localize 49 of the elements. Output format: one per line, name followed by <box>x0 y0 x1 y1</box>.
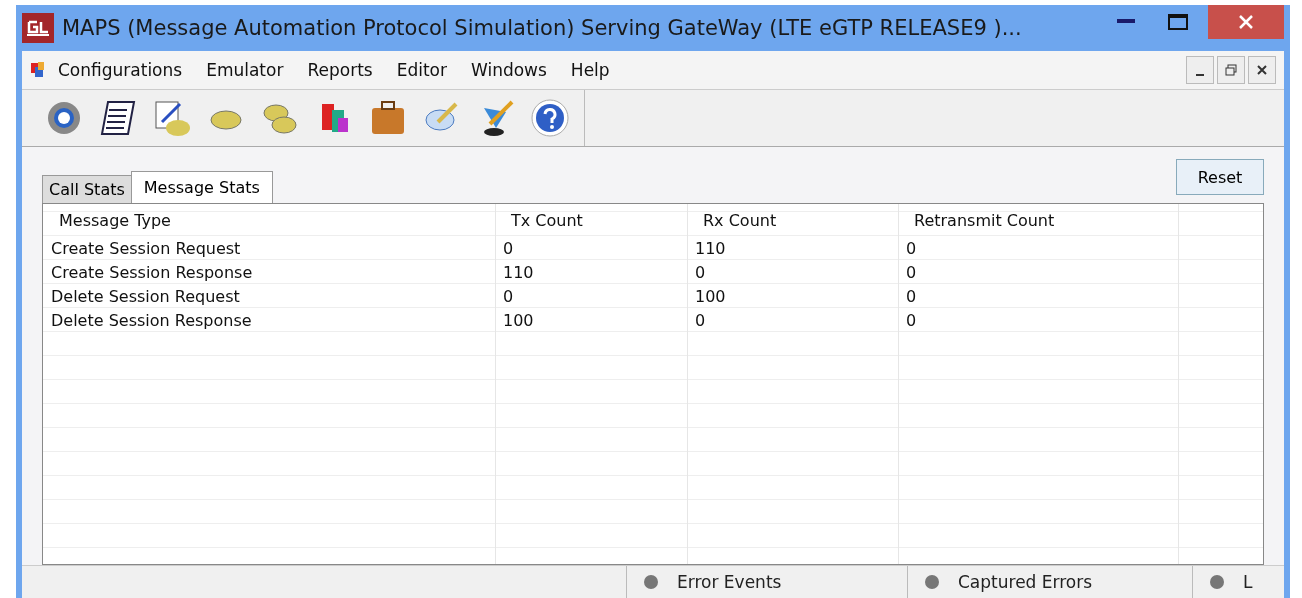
table-cell-text: 100 <box>502 309 535 332</box>
app-logo-icon <box>22 13 54 43</box>
tab[interactable]: Message Stats <box>130 171 273 203</box>
status-dot-icon <box>924 574 940 590</box>
tab[interactable]: Call Stats <box>42 175 132 203</box>
table-cell-text: 110 <box>694 237 727 260</box>
close-icon <box>1238 14 1254 30</box>
table-cell-text: 0 <box>502 237 515 260</box>
status-text: Error Events <box>677 572 782 592</box>
table-cell-text: 0 <box>502 285 515 308</box>
maximize-icon <box>1168 14 1188 30</box>
table-cell-text: 0 <box>905 261 918 284</box>
table-cell-text: Delete Session Request <box>50 285 241 308</box>
table-cell-text: 0 <box>905 309 918 332</box>
minimize-icon <box>1196 74 1204 76</box>
menu-item[interactable]: Reports <box>295 60 385 80</box>
menu-item[interactable]: Editor <box>384 60 459 80</box>
table-cell-text: Delete Session Response <box>50 309 253 332</box>
column-header: Tx Count <box>510 209 584 232</box>
table-cell-text: Create Session Request <box>50 237 242 260</box>
menu-item[interactable]: Configurations <box>46 60 195 80</box>
column-header: Rx Count <box>702 209 778 232</box>
table-cell-text: 110 <box>502 261 535 284</box>
status-text: L <box>1243 572 1253 592</box>
menu-item[interactable]: Help <box>558 60 622 80</box>
help-icon[interactable] <box>530 98 570 138</box>
reset-button[interactable]: Reset <box>1176 159 1264 195</box>
close-button[interactable] <box>1248 56 1276 84</box>
close-button[interactable] <box>1208 5 1284 39</box>
document-icon[interactable] <box>98 98 138 138</box>
menu-item[interactable]: Emulator <box>194 60 296 80</box>
status-dot-icon <box>643 574 659 590</box>
window-title: MAPS (Message Automation Protocol Simulation) Serving GateWay (LTE eGTP RELEASE9 )... <box>62 16 1023 40</box>
pen-document-icon[interactable] <box>152 98 192 138</box>
table-cell-text: 0 <box>905 237 918 260</box>
column-header: Retransmit Count <box>913 209 1056 232</box>
table-cell-text: Create Session Response <box>50 261 254 284</box>
status-text: Captured Errors <box>958 572 1093 592</box>
table-cell-text: 0 <box>694 309 707 332</box>
table-cell-text: 0 <box>694 261 707 284</box>
table-cell-text: 0 <box>905 285 918 308</box>
minimize-icon <box>1117 19 1135 25</box>
app-menu-icon[interactable] <box>30 61 46 79</box>
menu-item[interactable]: Windows <box>458 60 559 80</box>
status-dot-icon <box>1209 574 1225 590</box>
table-cell-text: 100 <box>694 285 727 308</box>
column-header: Message Type <box>58 209 172 232</box>
close-icon <box>1256 64 1268 76</box>
restore-icon <box>1225 64 1237 76</box>
